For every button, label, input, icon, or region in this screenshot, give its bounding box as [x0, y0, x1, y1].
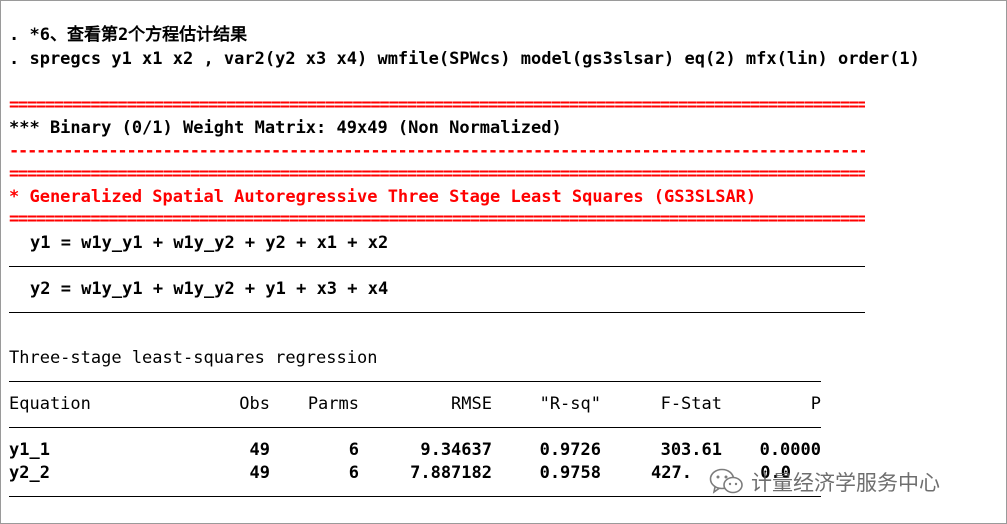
table-header-rule [9, 427, 821, 428]
table-header: Equation Obs Parms RMSE "R-sq" F-Stat P [9, 394, 821, 414]
divider [9, 312, 865, 313]
table-bottom-rule [9, 496, 821, 497]
stata-results-window: . *6、查看第2个方程估计结果 . spregcs y1 x1 x2 , va… [0, 0, 1007, 524]
cell-obs: 49 [249, 463, 270, 483]
header-equation: Equation [9, 394, 91, 414]
cell-parms: 6 [348, 440, 359, 460]
header-rmse: RMSE [451, 394, 492, 414]
cell-fstat: 303.61 [660, 440, 722, 460]
cell-parms: 6 [348, 463, 359, 483]
double-rule: ========================================… [9, 209, 865, 229]
cell-equation: y2_2 [9, 463, 50, 483]
table-top-rule [9, 381, 821, 382]
cell-rsq: 0.9758 [539, 463, 601, 483]
command-line: . spregcs y1 x1 x2 , var2(y2 x3 x4) wmfi… [9, 49, 920, 69]
double-rule: ========================================… [9, 95, 865, 115]
comment-line: . *6、查看第2个方程估计结果 [9, 25, 248, 45]
watermark: 计量经济学服务中心 [709, 467, 940, 497]
header-parms: Parms [307, 394, 359, 414]
cell-rmse: 9.34637 [420, 440, 492, 460]
equation-1: y1 = w1y_y1 + w1y_y2 + y2 + x1 + x2 [30, 233, 389, 253]
weight-matrix-line: *** Binary (0/1) Weight Matrix: 49x49 (N… [9, 118, 562, 138]
cell-fstat: 427. [651, 463, 692, 483]
regression-title: Three-stage least-squares regression [9, 348, 378, 368]
header-rsq: "R-sq" [539, 394, 601, 414]
cell-rmse: 7.887182 [410, 463, 492, 483]
table-row: y1_1 49 6 9.34637 0.9726 303.61 0.0000 [9, 440, 821, 460]
single-rule: ----------------------------------------… [9, 141, 865, 161]
cell-obs: 49 [249, 440, 270, 460]
wechat-icon [709, 468, 743, 494]
equation-2: y2 = w1y_y1 + w1y_y2 + y1 + x3 + x4 [30, 279, 389, 299]
header-p: P [810, 394, 821, 414]
table-row: y2_2 49 6 7.887182 0.9758 427. 0.0 [9, 463, 821, 483]
cell-equation: y1_1 [9, 440, 50, 460]
watermark-text: 计量经济学服务中心 [751, 471, 940, 495]
cell-p: 0.0000 [759, 440, 821, 460]
model-title: * Generalized Spatial Autoregressive Thr… [9, 187, 757, 207]
divider [9, 266, 865, 267]
header-obs: Obs [239, 394, 270, 414]
double-rule: ========================================… [9, 164, 865, 184]
header-fstat: F-Stat [660, 394, 722, 414]
cell-rsq: 0.9726 [539, 440, 601, 460]
